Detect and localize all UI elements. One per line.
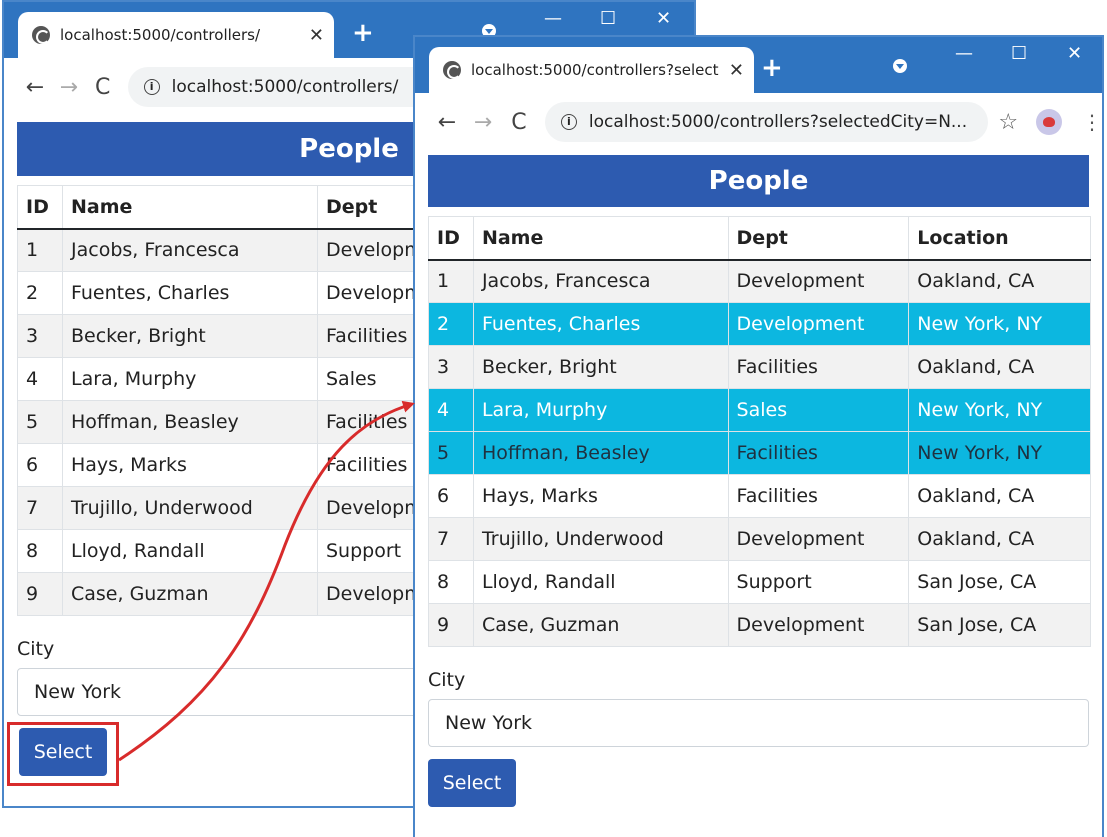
annotation-arrow — [118, 400, 415, 762]
